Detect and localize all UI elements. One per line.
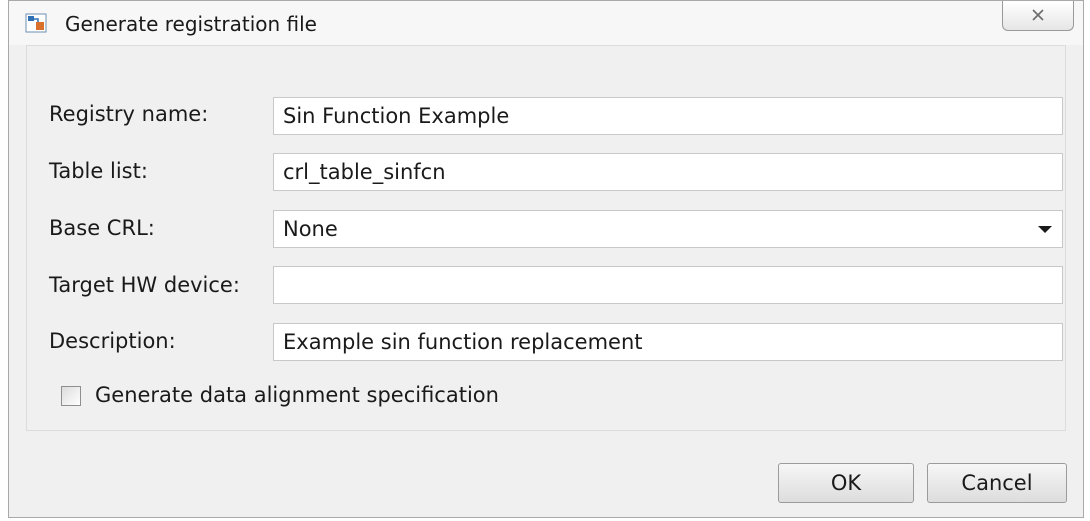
cancel-button[interactable]: Cancel <box>927 463 1067 503</box>
ok-button[interactable]: OK <box>778 463 914 503</box>
title-bar[interactable]: Generate registration file <box>9 1 1083 45</box>
base-crl-selected-value: None <box>283 217 338 241</box>
description-label: Description: <box>49 329 176 353</box>
chevron-down-icon[interactable] <box>1038 226 1052 233</box>
target-hw-device-label: Target HW device: <box>49 273 240 297</box>
registry-name-label: Registry name: <box>49 102 209 126</box>
table-list-field[interactable]: crl_table_sinfcn <box>273 153 1063 191</box>
table-list-label: Table list: <box>49 159 148 183</box>
simulink-app-icon <box>25 13 47 33</box>
form-panel: Registry name: Sin Function Example Tabl… <box>26 45 1066 431</box>
target-hw-device-field[interactable] <box>273 266 1063 304</box>
data-alignment-label[interactable]: Generate data alignment specification <box>95 383 499 407</box>
window-title: Generate registration file <box>65 12 317 36</box>
base-crl-label: Base CRL: <box>49 216 155 240</box>
data-alignment-checkbox[interactable] <box>61 386 81 406</box>
close-icon <box>1032 9 1044 21</box>
description-field[interactable]: Example sin function replacement <box>273 323 1063 361</box>
close-button[interactable] <box>1002 1 1074 31</box>
dialog-window: Generate registration file Registry name… <box>8 0 1084 518</box>
base-crl-select[interactable]: None <box>273 210 1063 248</box>
registry-name-field[interactable]: Sin Function Example <box>273 97 1063 135</box>
